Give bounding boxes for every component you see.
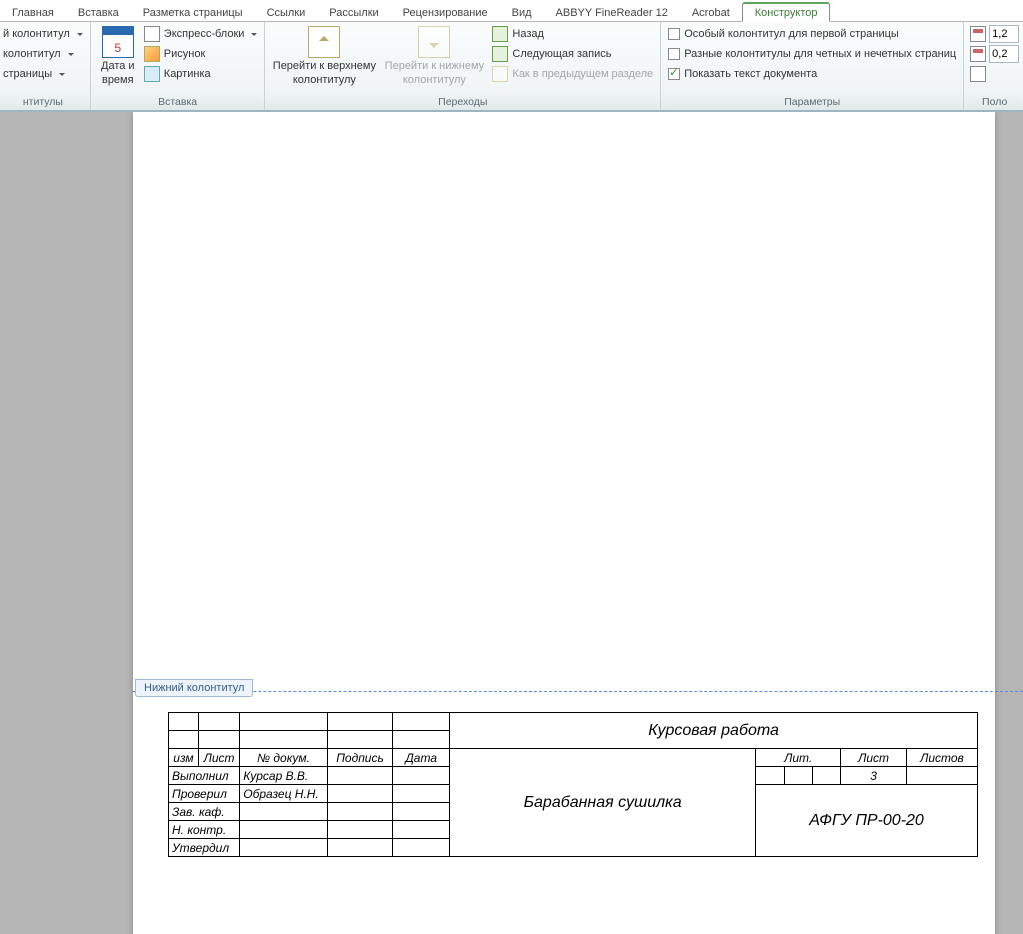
- tab-layout[interactable]: Разметка страницы: [131, 4, 255, 21]
- group-header-footer-label: нтитулы: [0, 95, 86, 110]
- group-insert: Дата и время Экспресс-блоки Рисунок Карт…: [91, 22, 266, 110]
- option-odd-even-label: Разные колонтитулы для четных и нечетных…: [684, 48, 956, 60]
- clipart-icon: [144, 66, 160, 82]
- stamp-role-1: Выполнил: [169, 767, 240, 785]
- insert-alignment-tab[interactable]: [968, 64, 988, 84]
- checkbox-icon: [668, 28, 680, 40]
- quick-parts-label: Экспресс-блоки: [164, 28, 245, 40]
- checkbox-icon: [668, 48, 680, 60]
- option-first-page[interactable]: Особый колонтитул для первой страницы: [665, 24, 902, 44]
- checkbox-checked-icon: [668, 68, 680, 80]
- position-bottom-icon: [970, 46, 986, 62]
- footer-tag[interactable]: Нижний колонтитул: [135, 679, 253, 697]
- stamp-sheet-no: 3: [841, 767, 907, 785]
- goto-footer-button[interactable]: Перейти к нижнему колонтитулу: [379, 24, 489, 86]
- link-previous-label: Как в предыдущем разделе: [512, 68, 653, 80]
- goto-footer-label-1: Перейти к нижнему: [385, 60, 484, 72]
- stamp-h-date: Дата: [393, 749, 450, 767]
- tab-acrobat[interactable]: Acrobat: [680, 4, 742, 21]
- tab-abbyy[interactable]: ABBYY FineReader 12: [544, 4, 680, 21]
- blocks-icon: [144, 26, 160, 42]
- date-time-label-2: время: [102, 74, 134, 86]
- group-header-footer: й колонтитул колонтитул страницы нтитулы: [0, 22, 91, 110]
- tab-references[interactable]: Ссылки: [255, 4, 318, 21]
- next-icon: [492, 46, 508, 62]
- footer-separator: [133, 691, 1023, 692]
- goto-footer-icon: [418, 26, 450, 58]
- footer-from-bottom-field[interactable]: 0,2: [968, 44, 1021, 64]
- stamp-h-sheet: Лист: [841, 749, 907, 767]
- date-time-button[interactable]: Дата и время: [95, 24, 141, 86]
- next-button[interactable]: Следующая запись: [489, 44, 656, 64]
- page-number-button[interactable]: страницы: [0, 64, 68, 84]
- ribbon: й колонтитул колонтитул страницы нтитулы…: [0, 22, 1023, 112]
- stamp-name-1: Курсар В.В.: [240, 767, 327, 785]
- group-position: 1,2 0,2 Поло: [964, 22, 1021, 110]
- clipart-button[interactable]: Картинка: [141, 64, 261, 84]
- stamp-role-2: Проверил: [169, 785, 240, 803]
- group-position-label: Поло: [968, 95, 1021, 110]
- clipart-label: Картинка: [164, 68, 211, 80]
- picture-button[interactable]: Рисунок: [141, 44, 261, 64]
- tab-view[interactable]: Вид: [500, 4, 544, 21]
- title-block[interactable]: Курсовая работа изм Лист № докум. Подпис…: [168, 712, 978, 857]
- option-show-doc[interactable]: Показать текст документа: [665, 64, 820, 84]
- page-number-label: страницы: [3, 68, 52, 80]
- footer-from-bottom-value[interactable]: 0,2: [989, 45, 1019, 63]
- picture-label: Рисунок: [164, 48, 206, 60]
- stamp-role-4: Н. контр.: [169, 821, 240, 839]
- header-from-top-field[interactable]: 1,2: [968, 24, 1021, 44]
- stamp-org: АФГУ ПР-00-20: [756, 785, 978, 857]
- stamp-h-list: Лист: [198, 749, 239, 767]
- option-odd-even[interactable]: Разные колонтитулы для четных и нечетных…: [665, 44, 959, 64]
- previous-label: Назад: [512, 28, 544, 40]
- page[interactable]: Курсовая работа изм Лист № докум. Подпис…: [133, 112, 995, 934]
- previous-button[interactable]: Назад: [489, 24, 656, 44]
- footer-label: колонтитул: [3, 48, 61, 60]
- stamp-h-sign: Подпись: [327, 749, 393, 767]
- tab-review[interactable]: Рецензирование: [391, 4, 500, 21]
- tab-home[interactable]: Главная: [0, 4, 66, 21]
- position-top-icon: [970, 26, 986, 42]
- stamp-role-5: Утвердил: [169, 839, 240, 857]
- stamp-h-sheets: Листов: [906, 749, 977, 767]
- stamp-main-title: Барабанная сушилка: [450, 749, 756, 857]
- picture-icon: [144, 46, 160, 62]
- group-options-label: Параметры: [665, 95, 959, 110]
- stamp-name-2: Образец Н.Н.: [240, 785, 327, 803]
- next-label: Следующая запись: [512, 48, 611, 60]
- group-navigation: Перейти к верхнему колонтитулу Перейти к…: [265, 22, 661, 110]
- tab-insert[interactable]: Вставка: [66, 4, 131, 21]
- calendar-icon: [102, 26, 134, 58]
- date-time-label-1: Дата и: [101, 60, 135, 72]
- link-previous-button[interactable]: Как в предыдущем разделе: [489, 64, 656, 84]
- stamp-role-3: Зав. каф.: [169, 803, 240, 821]
- group-insert-label: Вставка: [95, 95, 261, 110]
- goto-header-icon: [308, 26, 340, 58]
- header-label: й колонтитул: [3, 28, 70, 40]
- group-options: Особый колонтитул для первой страницы Ра…: [661, 22, 964, 110]
- stamp-h-izm: изм: [169, 749, 199, 767]
- header-from-top-value[interactable]: 1,2: [989, 25, 1019, 43]
- goto-header-button[interactable]: Перейти к верхнему колонтитулу: [269, 24, 379, 86]
- footer-button[interactable]: колонтитул: [0, 44, 77, 64]
- alignment-tab-icon: [970, 66, 986, 82]
- goto-footer-label-2: колонтитулу: [403, 74, 466, 86]
- goto-header-label-2: колонтитулу: [293, 74, 356, 86]
- tab-design[interactable]: Конструктор: [742, 2, 831, 22]
- document-area: Курсовая работа изм Лист № докум. Подпис…: [0, 112, 1023, 934]
- header-button[interactable]: й колонтитул: [0, 24, 86, 44]
- option-show-doc-label: Показать текст документа: [684, 68, 817, 80]
- option-first-page-label: Особый колонтитул для первой страницы: [684, 28, 899, 40]
- stamp-h-lit: Лит.: [756, 749, 841, 767]
- stamp-h-docnum: № докум.: [240, 749, 327, 767]
- goto-header-label-1: Перейти к верхнему: [273, 60, 376, 72]
- tab-mailings[interactable]: Рассылки: [317, 4, 390, 21]
- group-navigation-label: Переходы: [269, 95, 656, 110]
- link-icon: [492, 66, 508, 82]
- ribbon-tabs: Главная Вставка Разметка страницы Ссылки…: [0, 0, 1023, 22]
- back-icon: [492, 26, 508, 42]
- stamp-project-title: Курсовая работа: [450, 713, 978, 749]
- quick-parts-button[interactable]: Экспресс-блоки: [141, 24, 261, 44]
